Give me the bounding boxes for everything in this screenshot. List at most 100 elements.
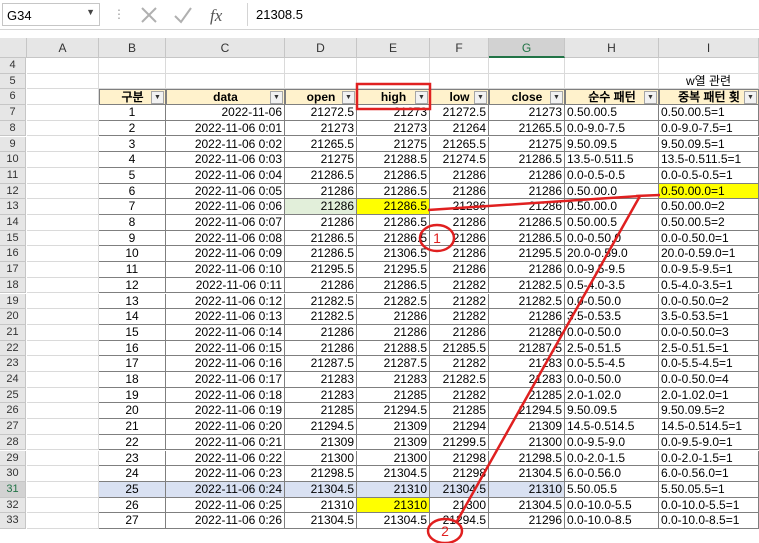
cell-f30[interactable]: 21298	[430, 466, 489, 482]
row-header-30[interactable]: 30	[0, 466, 26, 482]
cell-i29[interactable]: 0.0-2.0-1.5=1	[659, 450, 759, 467]
cell-g24[interactable]: 21283	[489, 372, 565, 388]
cell-i20[interactable]: 3.5-0.53.5=1	[659, 309, 759, 325]
row-header-33[interactable]: 33	[0, 513, 26, 529]
cell-a32[interactable]	[27, 497, 99, 514]
cell-i24[interactable]: 0.0-0.50.0=4	[659, 372, 759, 388]
row-header-21[interactable]: 21	[0, 324, 26, 341]
cell-b26[interactable]: 20	[99, 403, 166, 420]
cell-c17[interactable]: 2022-11-06 0:10	[166, 262, 285, 278]
cell-i30[interactable]: 6.0-0.56.0=1	[659, 466, 759, 482]
cell-i25[interactable]: 2.0-1.02.0=1	[659, 387, 759, 404]
cell-d19[interactable]: 21282.5	[285, 293, 357, 310]
cell-e15[interactable]: 21286.5	[357, 230, 430, 247]
formula-input[interactable]: 21308.5	[247, 3, 757, 26]
cell-c31[interactable]: 2022-11-06 0:24	[166, 481, 285, 498]
cell-h21[interactable]: 0.0-0.50.0	[565, 324, 659, 341]
cell-c12[interactable]: 2022-11-06 0:05	[166, 183, 285, 200]
cell-a28[interactable]	[27, 434, 99, 451]
cell-h28[interactable]: 0.0-9.5-9.0	[565, 434, 659, 451]
cell-h4[interactable]	[565, 58, 659, 74]
cell-f13[interactable]: 21286	[430, 199, 489, 215]
cell-g13[interactable]: 21286	[489, 199, 565, 215]
cell-c33[interactable]: 2022-11-06 0:26	[166, 513, 285, 529]
column-filter-header-c[interactable]: data ▼	[166, 89, 285, 106]
cell-a14[interactable]	[27, 215, 99, 231]
cell-e4[interactable]	[357, 58, 430, 74]
cell-d31[interactable]: 21304.5	[285, 481, 357, 498]
cell-a24[interactable]	[27, 372, 99, 388]
column-header-f[interactable]: F	[430, 38, 489, 58]
cell-h11[interactable]: 0.0-0.5-0.5	[565, 167, 659, 184]
cell-f4[interactable]	[430, 58, 489, 74]
cell-i33[interactable]: 0.0-10.0-8.5=1	[659, 513, 759, 529]
cell-d9[interactable]: 21265.5	[285, 136, 357, 153]
cell-d13[interactable]: 21286	[285, 199, 357, 215]
column-header-d[interactable]: D	[285, 38, 357, 58]
cell-e32[interactable]: 21310	[357, 497, 430, 514]
cancel-icon[interactable]	[138, 4, 160, 26]
cell-b22[interactable]: 16	[99, 340, 166, 357]
column-filter-header-h[interactable]: 순수 패턴 ▼	[565, 89, 659, 106]
row-header-29[interactable]: 29	[0, 450, 26, 467]
cell-g16[interactable]: 21295.5	[489, 246, 565, 263]
column-filter-header-d[interactable]: open ▼	[285, 89, 357, 106]
cell-i17[interactable]: 0.0-9.5-9.5=1	[659, 262, 759, 278]
cell-f26[interactable]: 21285	[430, 403, 489, 420]
cell-f17[interactable]: 21286	[430, 262, 489, 278]
cell-b32[interactable]: 26	[99, 497, 166, 514]
cell-a18[interactable]	[27, 277, 99, 294]
cell-g21[interactable]: 21286	[489, 324, 565, 341]
cell-c30[interactable]: 2022-11-06 0:23	[166, 466, 285, 482]
cell-i28[interactable]: 0.0-9.5-9.0=1	[659, 434, 759, 451]
cell-b19[interactable]: 13	[99, 293, 166, 310]
cell-g25[interactable]: 21285	[489, 387, 565, 404]
cell-f16[interactable]: 21286	[430, 246, 489, 263]
cell-a15[interactable]	[27, 230, 99, 247]
cell-a7[interactable]	[27, 105, 99, 121]
cell-b27[interactable]: 21	[99, 419, 166, 435]
cell-d15[interactable]: 21286.5	[285, 230, 357, 247]
cell-b13[interactable]: 7	[99, 199, 166, 215]
cell-f22[interactable]: 21285.5	[430, 340, 489, 357]
filter-dropdown-icon[interactable]: ▼	[151, 91, 164, 105]
cell-g29[interactable]: 21298.5	[489, 450, 565, 467]
cell-e30[interactable]: 21304.5	[357, 466, 430, 482]
cell-i26[interactable]: 9.50.09.5=2	[659, 403, 759, 420]
cell-i8[interactable]: 0.0-9.0-7.5=1	[659, 120, 759, 137]
cell-h22[interactable]: 2.5-0.51.5	[565, 340, 659, 357]
cell-e25[interactable]: 21285	[357, 387, 430, 404]
cell-a33[interactable]	[27, 513, 99, 529]
cell-e8[interactable]: 21273	[357, 120, 430, 137]
cell-c20[interactable]: 2022-11-06 0:13	[166, 309, 285, 325]
cell-g33[interactable]: 21296	[489, 513, 565, 529]
cell-c15[interactable]: 2022-11-06 0:08	[166, 230, 285, 247]
cell-e10[interactable]: 21288.5	[357, 152, 430, 168]
cell-c19[interactable]: 2022-11-06 0:12	[166, 293, 285, 310]
cell-g31[interactable]: 21310	[489, 481, 565, 498]
row-header-15[interactable]: 15	[0, 230, 26, 247]
cell-f29[interactable]: 21298	[430, 450, 489, 467]
row-header-17[interactable]: 17	[0, 262, 26, 278]
cell-b12[interactable]: 6	[99, 183, 166, 200]
enter-icon[interactable]	[172, 4, 194, 26]
cell-e22[interactable]: 21288.5	[357, 340, 430, 357]
cell-f21[interactable]: 21286	[430, 324, 489, 341]
cell-c28[interactable]: 2022-11-06 0:21	[166, 434, 285, 451]
cell-h17[interactable]: 0.0-9.5-9.5	[565, 262, 659, 278]
cell-g15[interactable]: 21286.5	[489, 230, 565, 247]
cell-h16[interactable]: 20.0-0.59.0	[565, 246, 659, 263]
filter-dropdown-icon[interactable]: ▼	[550, 91, 563, 105]
row-header-8[interactable]: 8	[0, 120, 26, 137]
cell-a5[interactable]	[27, 73, 99, 90]
cell-e5[interactable]	[357, 73, 430, 90]
cell-g17[interactable]: 21286	[489, 262, 565, 278]
row-header-32[interactable]: 32	[0, 497, 26, 514]
cell-h10[interactable]: 13.5-0.511.5	[565, 152, 659, 168]
cell-a31[interactable]	[27, 481, 99, 498]
cell-g22[interactable]: 21287.5	[489, 340, 565, 357]
cell-e33[interactable]: 21304.5	[357, 513, 430, 529]
cell-c14[interactable]: 2022-11-06 0:07	[166, 215, 285, 231]
cell-d4[interactable]	[285, 58, 357, 74]
row-header-27[interactable]: 27	[0, 419, 26, 435]
